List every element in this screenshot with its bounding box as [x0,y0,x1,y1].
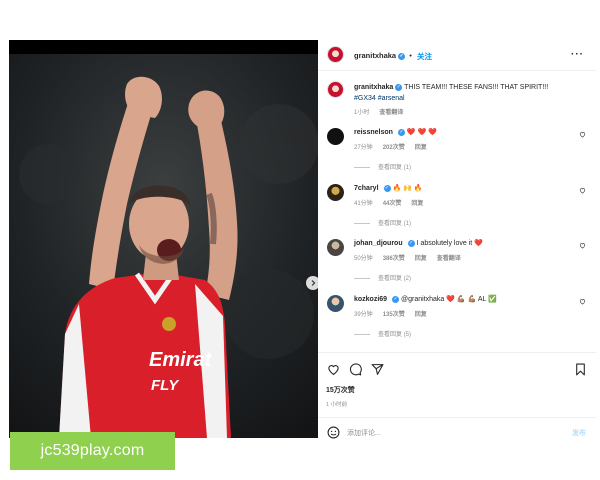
follow-button[interactable]: 关注 [417,51,432,62]
view-replies-link[interactable]: 查看回复 (1) [354,218,411,227]
heart-icon[interactable] [327,363,340,376]
comment-text: 🔥 🙌 🔥 [392,185,423,192]
watermark-text: jc539play.com [40,442,145,459]
verified-icon: ✓ [397,128,405,136]
comment-like-heart-icon[interactable] [579,187,586,194]
author-avatar[interactable] [327,46,344,63]
commenter-username[interactable]: johan_djourou [354,240,403,247]
commenter-avatar[interactable] [327,128,344,145]
post-side-panel: granitxhaka ✓ • 关注 ··· granitxhaka ✓ THIS … [318,40,596,450]
photo-top-bar [9,40,318,54]
author-username[interactable]: granitxhaka [354,51,396,60]
comment-time: 41分钟 [354,201,373,207]
comment-like-heart-icon[interactable] [579,242,586,249]
comment-text: I absolutely love it ❤️ [416,240,483,247]
comment-reply-link[interactable]: 回复 [415,256,427,262]
commenter-username[interactable]: reissnelson [354,129,393,136]
verified-icon: ✓ [395,83,403,91]
verified-icon: ✓ [383,184,391,192]
caption-translate-link[interactable]: 查看翻译 [379,110,403,116]
post-caption: granitxhaka ✓ THIS TEAM!!! THESE FANS!!! … [354,82,584,104]
share-icon[interactable] [371,363,384,376]
comment-text: @granitxhaka ❤️ 💪🏽 💪🏽 AL ✅ [401,296,497,303]
player-celebration-image: Emirat FLY [9,54,318,438]
comment-reply-link[interactable]: 回复 [415,312,427,318]
svg-text:FLY: FLY [151,377,180,394]
add-comment-bar: 添加评论... 发布 [318,417,596,448]
comment-likes[interactable]: 44次赞 [383,201,402,207]
caption-time: 1小时 [354,110,370,116]
emoji-icon[interactable] [327,426,340,439]
caption-meta: 1小时 查看翻译 [354,107,403,116]
watermark-banner: jc539play.com [10,432,175,470]
post-comment-button[interactable]: 发布 [572,428,586,438]
comment-time: 50分钟 [354,256,373,262]
chevron-right-icon [311,280,316,286]
bookmark-icon[interactable] [574,363,587,376]
comment-icon[interactable] [349,363,362,376]
verified-icon: ✓ [398,52,406,60]
comment-reply-link[interactable]: 回复 [415,145,427,151]
caption-hashtags[interactable]: #GX34 #arsenal [354,95,405,102]
commenter-username[interactable]: kozkozi69 [354,296,387,303]
commenter-avatar[interactable] [327,239,344,256]
post-header: granitxhaka ✓ • 关注 ··· [318,40,596,71]
commenter-avatar[interactable] [327,184,344,201]
likes-count[interactable]: 15万次赞 [326,385,355,395]
carousel-next-button[interactable] [306,276,318,290]
commenter-avatar[interactable] [327,295,344,312]
post-actions-bar [318,352,596,413]
comment-time: 39分钟 [354,312,373,318]
view-replies-link[interactable]: 查看回复 (5) [354,329,411,338]
comment-time: 27分钟 [354,145,373,151]
caption-avatar[interactable] [327,81,344,98]
comment-text: ❤️ ❤️ ❤️ [406,129,437,136]
verified-icon: ✓ [392,295,400,303]
verified-icon: ✓ [407,239,415,247]
comment-reply-link[interactable]: 回复 [411,201,423,207]
comment-like-heart-icon[interactable] [579,131,586,138]
comment-likes[interactable]: 135次赞 [383,312,405,318]
comment-like-heart-icon[interactable] [579,298,586,305]
comment-likes[interactable]: 202次赞 [383,145,405,151]
more-icon[interactable]: ··· [571,49,584,60]
comment-likes[interactable]: 386次赞 [383,256,405,262]
caption-username[interactable]: granitxhaka [354,84,393,91]
posted-time: 1 小时前 [326,402,348,408]
view-replies-link[interactable]: 查看回复 (2) [354,273,411,282]
comment-translate-link[interactable]: 查看翻译 [437,256,461,262]
svg-text:Emirat: Emirat [149,349,213,371]
post-photo: Emirat FLY [9,40,318,438]
caption-text: THIS TEAM!!! THESE FANS!!! THAT SPIRIT!!… [404,84,549,91]
commenter-username[interactable]: 7charyl [354,185,379,192]
add-comment-input[interactable]: 添加评论... [347,428,381,438]
view-replies-link[interactable]: 查看回复 (1) [354,162,411,171]
